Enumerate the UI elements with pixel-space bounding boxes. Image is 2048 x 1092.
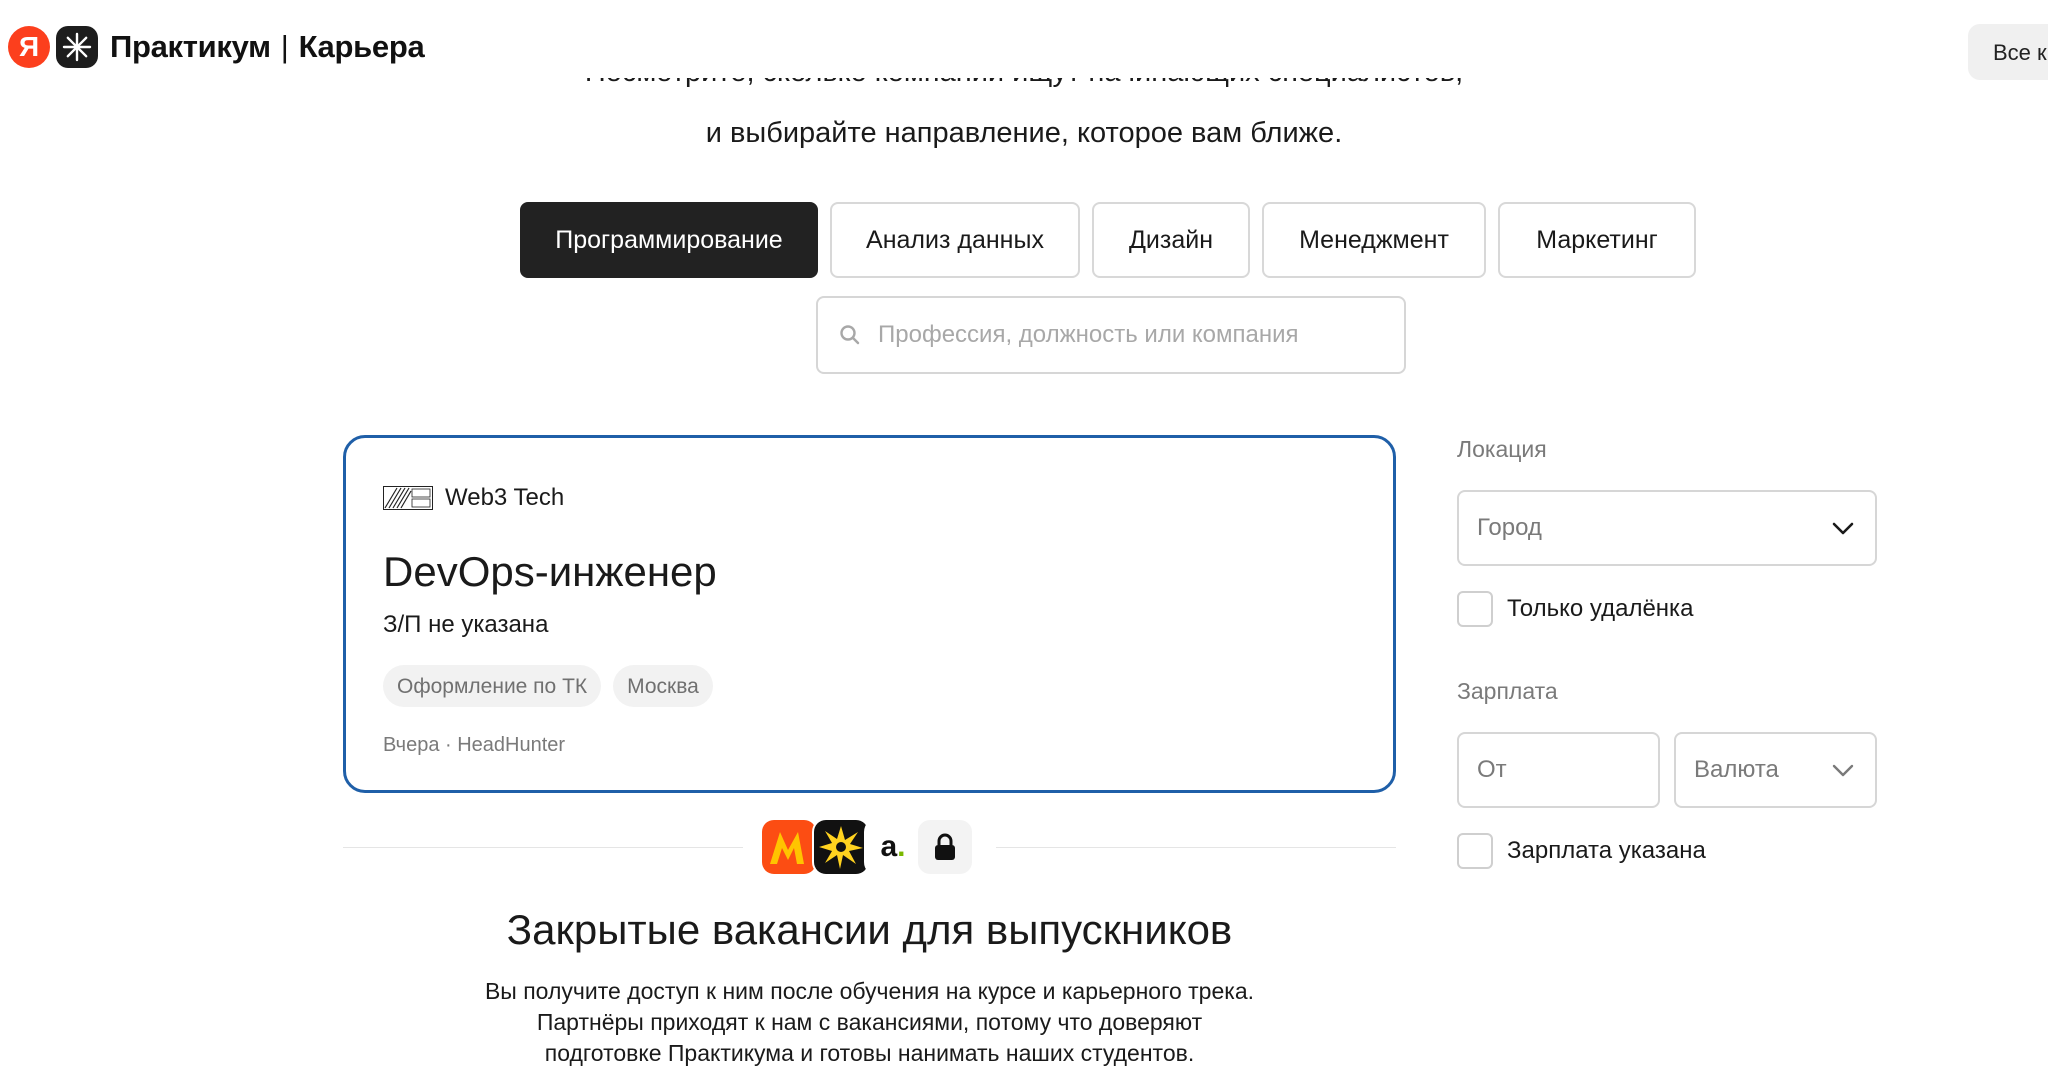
search-input[interactable] (878, 321, 1378, 349)
tag-city: Москва (613, 665, 713, 707)
city-select[interactable]: Город (1457, 490, 1877, 566)
search-box[interactable] (816, 296, 1406, 374)
salary-specified-row[interactable]: Зарплата указана (1457, 833, 1706, 869)
section-name: Карьера (298, 29, 425, 64)
partner-logos: a. (760, 818, 974, 876)
closed-text-line: подготовке Практикума и готовы нанимать … (544, 1040, 1195, 1066)
intro-line2: и выбирайте направление, которое вам бли… (705, 117, 1343, 149)
remote-only-label[interactable]: Только удалёнка (1507, 595, 1693, 623)
salary-text: З/П не указана (383, 611, 549, 638)
remote-only-checkbox[interactable] (1457, 591, 1493, 627)
currency-select-placeholder: Валюта (1694, 756, 1779, 783)
vacancy-card[interactable]: Web3 Tech DevOps-инженер З/П не указана … (343, 435, 1396, 793)
intro-line1: Посмотрите, сколько компаний ищут начина… (0, 78, 2048, 89)
burst-logo-icon (812, 818, 870, 876)
tab-design[interactable]: Дизайн (1092, 202, 1250, 278)
all-button[interactable]: Все к (1968, 24, 2048, 80)
tab-programming[interactable]: Программирование (520, 202, 818, 278)
logo[interactable]: Я Практикум | Карьера (8, 26, 425, 68)
megamarket-logo-icon (760, 818, 818, 876)
tab-management[interactable]: Менеджмент (1262, 202, 1486, 278)
company-name: Web3 Tech (445, 484, 565, 511)
remote-only-row[interactable]: Только удалёнка (1457, 591, 1693, 627)
chevron-down-icon (1832, 764, 1854, 777)
web3-tech-logo-icon (383, 486, 433, 510)
location-label: Локация (1457, 436, 1547, 462)
salary-specified-label[interactable]: Зарплата указана (1507, 837, 1706, 865)
city-select-placeholder: Город (1477, 514, 1542, 541)
intro-text-partial: Посмотрите, сколько компаний ищут начина… (0, 78, 2048, 114)
lock-icon (916, 818, 974, 876)
vacancy-meta: Вчера · HeadHunter (383, 734, 566, 756)
logo-separator: | (280, 29, 289, 64)
closed-vacancies-title: Закрытые вакансии для выпускников (506, 906, 1233, 953)
divider-right (996, 847, 1396, 848)
direction-tabs: Программирование Анализ данных Дизайн Ме… (520, 202, 1696, 278)
company-row: Web3 Tech (383, 484, 564, 512)
salary-specified-checkbox[interactable] (1457, 833, 1493, 869)
yandex-logo-icon: Я (8, 26, 50, 68)
job-title[interactable]: DevOps-инженер (383, 548, 717, 596)
closed-text-line: Вы получите доступ к ним после обучения … (484, 978, 1255, 1004)
tag-employment: Оформление по ТК (383, 665, 602, 707)
search-icon (840, 325, 860, 345)
currency-select[interactable]: Валюта (1674, 732, 1877, 808)
alfa-logo-letter: a (880, 830, 898, 863)
chevron-down-icon (1832, 522, 1854, 535)
praktikum-star-icon (56, 26, 98, 68)
salary-label: Зарплата (1457, 678, 1558, 704)
salary-from-input[interactable] (1457, 732, 1660, 808)
tab-data-analysis[interactable]: Анализ данных (830, 202, 1080, 278)
closed-text-line: Партнёры приходят к нам с вакансиями, по… (536, 1009, 1203, 1035)
alfa-logo-icon: a. (864, 818, 922, 876)
divider-left (343, 847, 743, 848)
closed-vacancies-text: Вы получите доступ к ним после обучения … (343, 976, 1396, 1069)
alfa-logo-dot: . (897, 830, 906, 863)
logo-text: Практикум | Карьера (110, 29, 425, 65)
brand-name: Практикум (110, 29, 271, 64)
vacancy-tags: Оформление по ТК Москва (383, 665, 713, 707)
tab-marketing[interactable]: Маркетинг (1498, 202, 1696, 278)
